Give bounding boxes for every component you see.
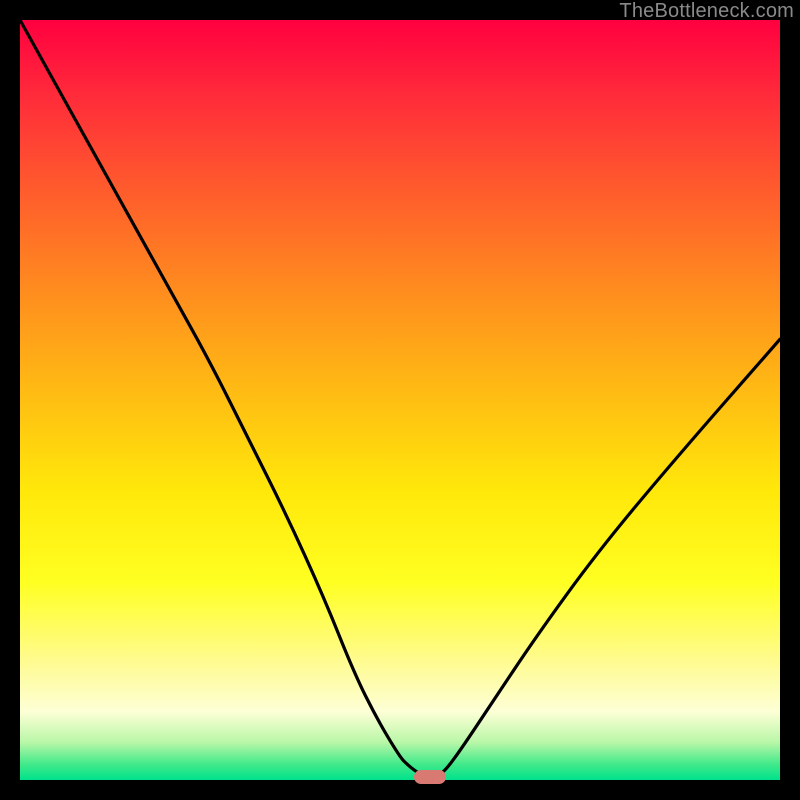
chart-stage: TheBottleneck.com: [0, 0, 800, 800]
plot-area: [20, 20, 780, 780]
bottleneck-curve: [20, 20, 780, 777]
curve-layer: [20, 20, 780, 780]
minimum-marker: [414, 770, 446, 784]
